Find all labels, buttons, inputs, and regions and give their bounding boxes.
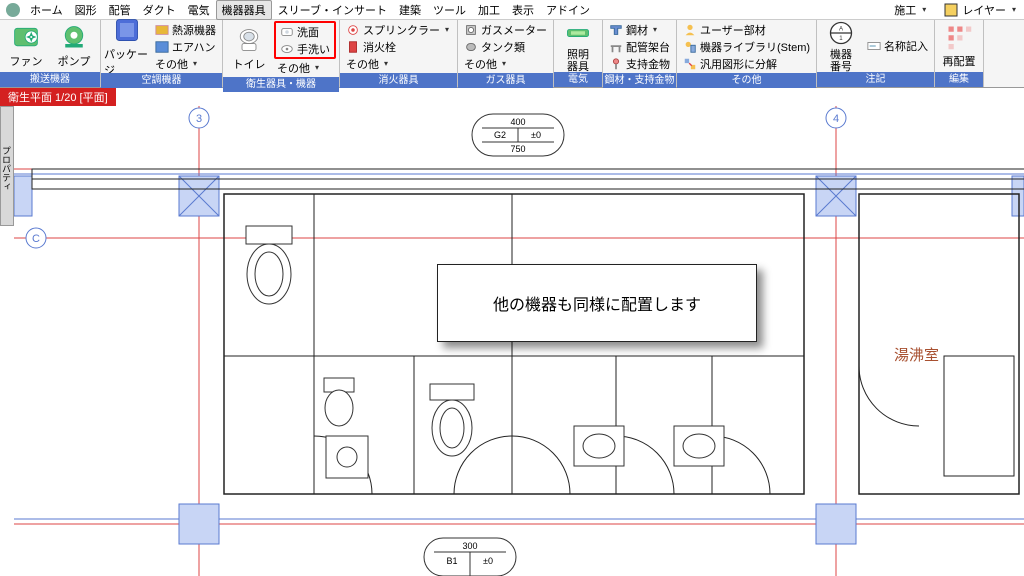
svg-text:1: 1 [839, 35, 843, 42]
menu-arch[interactable]: 建築 [393, 0, 427, 20]
menu-view[interactable]: 表示 [506, 0, 540, 20]
userpart-button[interactable]: ユーザー部材 [680, 21, 813, 38]
heat-button[interactable]: 熱源機器 [152, 21, 219, 38]
chevron-down-icon: ▾ [500, 59, 508, 68]
group-sanitary: トイレ 洗面 手洗い その他▾ 衛生器具・機器 [223, 20, 340, 87]
svg-text:300: 300 [462, 541, 477, 551]
tank-button[interactable]: タンク類 [461, 38, 550, 55]
decompose-button[interactable]: 汎用図形に分解 [680, 55, 813, 72]
group-steel: 鋼材▾ 配管架台 支持金物 鋼材・支持金物 [603, 20, 677, 87]
light-button[interactable]: 照明 器具 [557, 21, 599, 71]
group-aircon: パッケージ 熱源機器 エアハン その他▾ 空調機器 [101, 20, 223, 87]
other-button[interactable]: その他▾ [461, 55, 550, 72]
menu-bar: ホーム 図形 配管 ダクト 電気 機器器具 スリーブ・インサート 建築 ツール … [0, 0, 1024, 20]
devnum-button[interactable]: A1 機器 番号 [820, 21, 862, 71]
support-button[interactable]: 支持金物 [606, 55, 673, 72]
menu-shape[interactable]: 図形 [69, 0, 103, 20]
size-tag: 400 G2 ±0 750 [472, 114, 564, 156]
menu-sleeve[interactable]: スリーブ・インサート [272, 0, 393, 20]
callout-box: 他の機器も同様に配置します [437, 264, 757, 342]
menu-duct[interactable]: ダクト [137, 0, 182, 20]
group-other: ユーザー部材 機器ライブラリ(Stem) 汎用図形に分解 その他 [677, 20, 817, 87]
other-button[interactable]: その他▾ [152, 55, 219, 72]
room-label: 湯沸室 [894, 344, 939, 365]
group-label: 消火器具 [340, 73, 457, 88]
airhan-button[interactable]: エアハン [152, 38, 219, 55]
group-label: 注記 [817, 72, 934, 87]
svg-text:±0: ±0 [483, 556, 493, 566]
menu-fab[interactable]: 加工 [472, 0, 506, 20]
menu-elec[interactable]: 電気 [182, 0, 216, 20]
relocate-button[interactable]: 再配置 [938, 21, 980, 71]
group-gas: ガスメーター タンク類 その他▾ ガス器具 [458, 20, 554, 87]
group-fire: スプリンクラー▾ 消火栓 その他▾ 消火器具 [340, 20, 458, 87]
pump-button[interactable]: ポンプ [51, 21, 97, 71]
menu-layer[interactable]: レイヤー [962, 2, 1006, 18]
gasmeter-button[interactable]: ガスメーター [461, 21, 550, 38]
other-button[interactable]: その他▾ [343, 55, 454, 72]
layer-icon [944, 3, 958, 17]
light-label: 照明 器具 [567, 49, 589, 73]
group-note: A1 機器 番号 名称記入 注記 [817, 20, 935, 87]
group-label: 搬送機器 [0, 72, 100, 87]
steel-button[interactable]: 鋼材▾ [606, 21, 673, 38]
active-tab[interactable]: 衛生平面 1/20 [平面] [0, 88, 116, 106]
group-label: 衛生器具・機器 [223, 77, 339, 92]
app-icon [6, 3, 20, 17]
chevron-down-icon: ▾ [382, 59, 390, 68]
menu-addin[interactable]: アドイン [540, 0, 596, 20]
svg-text:B1: B1 [446, 556, 457, 566]
chevron-down-icon: ▾ [443, 25, 451, 34]
menu-home[interactable]: ホーム [24, 0, 69, 20]
chevron-down-icon[interactable]: ▾ [1010, 5, 1018, 14]
svg-text:3: 3 [196, 113, 202, 125]
svg-text:G2: G2 [494, 130, 506, 140]
view-tabs: 衛生平面 1/20 [平面] [0, 88, 1024, 106]
urinal [324, 378, 354, 426]
group-transport: ファン ポンプ 搬送機器 [0, 20, 101, 87]
group-label: 鋼材・支持金物 [603, 73, 676, 88]
toilet-label: トイレ [233, 56, 266, 72]
devnum-label: 機器 番号 [830, 49, 852, 73]
other-button[interactable]: その他▾ [274, 59, 336, 76]
svg-text:C: C [32, 233, 40, 245]
sprinkler-button[interactable]: スプリンクラー▾ [343, 21, 454, 38]
toilet-button[interactable]: トイレ [226, 24, 272, 74]
package-button[interactable]: パッケージ [104, 22, 150, 72]
ribbon: ファン ポンプ 搬送機器 パッケージ 熱源機器 エアハン その他▾ 空調機器 [0, 20, 1024, 88]
toilet-fixture [246, 226, 292, 304]
menu-kougu[interactable]: 施工 [894, 2, 916, 18]
column [179, 176, 219, 216]
handwash-button[interactable]: 手洗い [277, 40, 333, 57]
menu-equipment[interactable]: 機器器具 [216, 0, 272, 20]
group-label: 電気 [554, 72, 602, 87]
relocate-label: 再配置 [943, 53, 976, 69]
pump-label: ポンプ [58, 53, 91, 69]
group-label: 空調機器 [101, 73, 222, 88]
stemlib-button[interactable]: 機器ライブラリ(Stem) [680, 38, 813, 55]
properties-dock[interactable]: プロパティ [0, 106, 14, 226]
group-edit: 再配置 編集 [935, 20, 984, 87]
piperack-button[interactable]: 配管架台 [606, 38, 673, 55]
fan-label: ファン [10, 53, 43, 69]
nameinput-button[interactable]: 名称記入 [864, 38, 931, 55]
group-label: その他 [677, 73, 816, 88]
hydrant-button[interactable]: 消火栓 [343, 38, 454, 55]
svg-text:750: 750 [510, 144, 525, 154]
svg-text:400: 400 [510, 117, 525, 127]
chevron-down-icon: ▾ [313, 63, 321, 72]
svg-text:±0: ±0 [531, 130, 541, 140]
chevron-down-icon: ▾ [191, 59, 199, 68]
washbasin-button[interactable]: 洗面 [277, 23, 333, 40]
svg-text:4: 4 [833, 113, 839, 125]
group-elec: 照明 器具 電気 [554, 20, 603, 87]
chevron-down-icon: ▾ [651, 25, 659, 34]
highlighted-tools: 洗面 手洗い [274, 21, 336, 59]
menu-tool[interactable]: ツール [427, 0, 472, 20]
fan-button[interactable]: ファン [3, 21, 49, 71]
chevron-down-icon[interactable]: ▾ [920, 5, 928, 14]
group-label: ガス器具 [458, 73, 553, 88]
group-label: 編集 [935, 72, 983, 87]
